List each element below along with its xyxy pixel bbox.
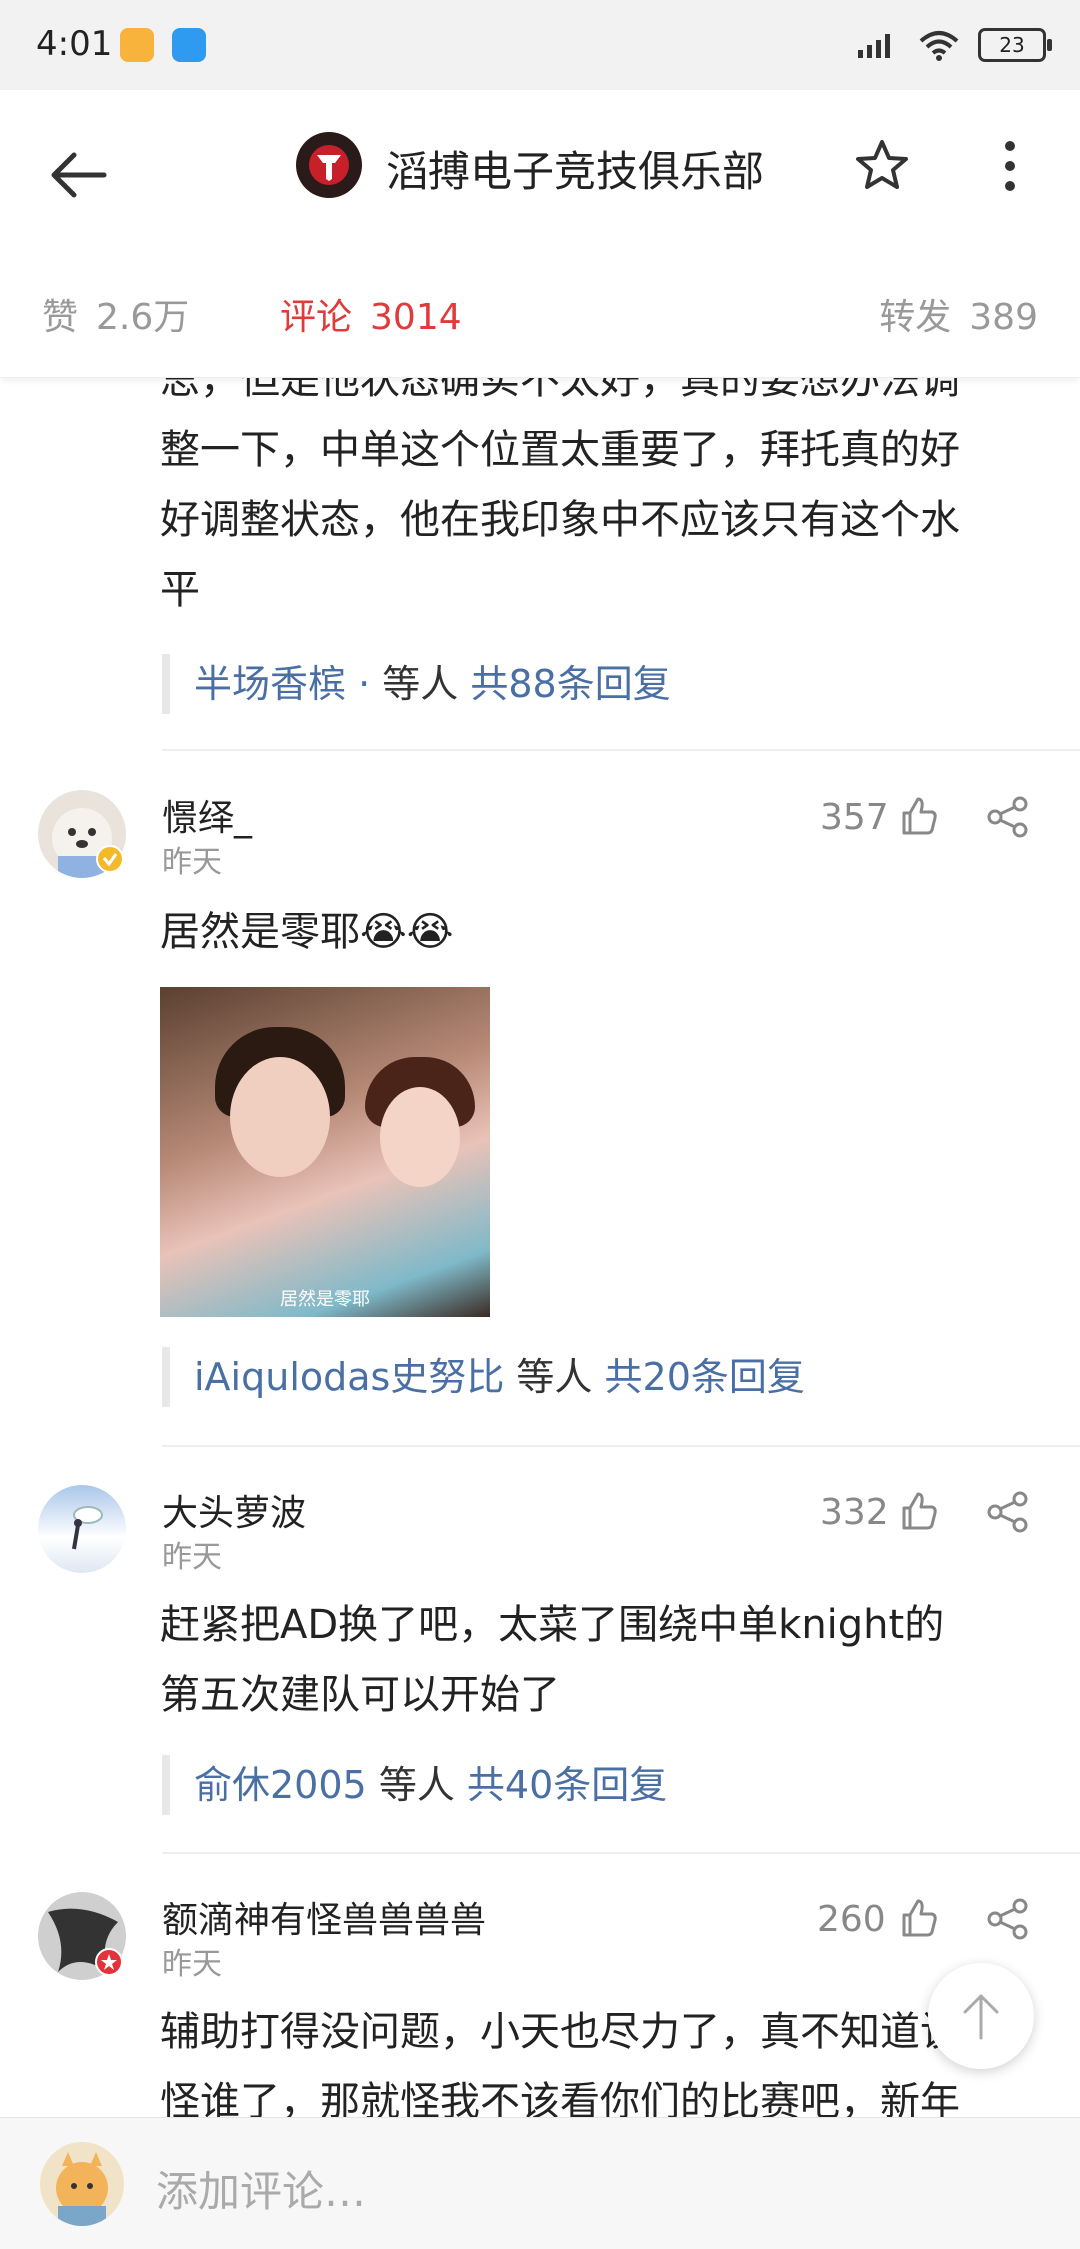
comment-list[interactable]: 思，但是他状态确实不太好，真的要想办法调 整一下，中单这个位置太重要了，拜托真的… <box>0 377 1080 2117</box>
comment-text: 辅助打得没问题，小天也尽力了，真不知道该 怪谁了，那就怪我不该看你们的比赛吧，新… <box>160 1997 960 2117</box>
comment-time: 昨天 <box>162 845 222 880</box>
comment-line: 怪谁了，那就怪我不该看你们的比赛吧，新年 <box>160 2079 960 2117</box>
forward-label: 转发 <box>879 297 952 338</box>
username[interactable]: 憬绎_ <box>162 789 252 841</box>
comment-line: 思，但是他状态确实不太好，真的要想办法调 <box>160 377 960 403</box>
reply-count[interactable]: 共88条回复 <box>470 662 670 706</box>
comment-input-bar: 添加评论… <box>0 2117 1080 2249</box>
avatar[interactable] <box>38 1485 126 1573</box>
favorite-star-icon[interactable] <box>852 136 912 196</box>
notification-app-icon <box>120 28 154 62</box>
club-logo-icon <box>309 145 349 185</box>
comment-text: 思，但是他状态确实不太好，真的要想办法调 整一下，中单这个位置太重要了，拜托真的… <box>160 377 960 625</box>
thumbs-up-icon[interactable] <box>898 1490 940 1532</box>
reply-users[interactable]: 俞休2005 <box>194 1763 367 1807</box>
my-avatar[interactable] <box>40 2142 124 2226</box>
comment-input[interactable]: 添加评论… <box>156 2158 366 2219</box>
divider <box>162 749 1080 751</box>
forward-count: 389 <box>969 297 1038 338</box>
comment-time: 昨天 <box>162 1540 222 1575</box>
reply-count[interactable]: 共20条回复 <box>605 1355 805 1399</box>
comment-text: 赶紧把AD换了吧，太菜了围绕中单knight的 第五次建队可以开始了 <box>160 1590 944 1730</box>
share-icon[interactable] <box>986 1490 1030 1534</box>
comment-line: 平 <box>160 567 200 613</box>
comment-line: 好调整状态，他在我印象中不应该只有这个水 <box>160 497 960 543</box>
arrow-up-icon <box>963 1994 999 2040</box>
divider <box>162 1445 1080 1447</box>
like-count: 357 <box>820 797 889 838</box>
comment-line: 第五次建队可以开始了 <box>160 1672 560 1718</box>
top-bar: 滔搏电子竞技俱乐部 赞 2.6万 评论 3014 转发 389 <box>0 90 1080 378</box>
reply-count[interactable]: 共40条回复 <box>467 1763 667 1807</box>
share-icon[interactable] <box>986 1897 1030 1941</box>
like-count: 2.6万 <box>96 297 190 338</box>
image-caption: 居然是零耶 <box>280 1289 370 1310</box>
reply-mid-text: 等人 <box>382 662 459 706</box>
comment-line: 辅助打得没问题，小天也尽力了，真不知道该 <box>160 2009 960 2055</box>
verified-badge-icon <box>96 845 124 873</box>
comment-line: 赶紧把AD换了吧，太菜了围绕中单knight的 <box>160 1602 945 1648</box>
reply-mid-text: 等人 <box>516 1355 593 1399</box>
wifi-icon <box>919 31 959 61</box>
reply-users[interactable]: iAiqulodas史努比 <box>194 1355 504 1399</box>
club-logo[interactable] <box>296 132 362 198</box>
reply-users[interactable]: 半场香槟 · <box>194 662 382 706</box>
comment-line: 整一下，中单这个位置太重要了，拜托真的好 <box>160 427 960 473</box>
more-options-icon[interactable] <box>990 136 1030 196</box>
reply-summary[interactable]: 俞休2005 等人 共40条回复 <box>162 1755 667 1815</box>
forward-tab[interactable]: 转发 389 <box>879 288 1038 340</box>
scroll-to-top-button[interactable] <box>928 1963 1034 2069</box>
cloud-app-icon <box>172 28 206 62</box>
username[interactable]: 大头萝波 <box>162 1484 306 1536</box>
battery-indicator: 23 <box>978 28 1052 62</box>
status-time: 4:01 <box>36 24 113 64</box>
reply-summary[interactable]: iAiqulodas史努比 等人 共20条回复 <box>162 1347 805 1407</box>
divider <box>162 1852 1080 1854</box>
username[interactable]: 额滴神有怪兽兽兽兽 <box>162 1891 486 1943</box>
reply-mid-text: 等人 <box>378 1763 455 1807</box>
back-arrow-icon[interactable] <box>44 140 114 210</box>
share-icon[interactable] <box>986 795 1030 839</box>
comment-time: 昨天 <box>162 1947 222 1982</box>
comment-count: 3014 <box>370 297 462 338</box>
status-bar: 4:01 23 <box>0 0 1080 90</box>
comment-image[interactable]: 居然是零耶 <box>160 987 490 1317</box>
like-count: 260 <box>817 1899 886 1940</box>
page-title[interactable]: 滔搏电子竞技俱乐部 <box>386 138 764 199</box>
comment-text: 居然是零耶😭😭 <box>160 909 454 955</box>
like-label: 赞 <box>42 297 79 338</box>
comment-tab[interactable]: 评论 3014 <box>280 288 462 340</box>
like-count: 332 <box>820 1492 889 1533</box>
vip-badge-icon <box>95 1948 123 1976</box>
comment-label: 评论 <box>280 297 353 338</box>
thumbs-up-icon[interactable] <box>898 795 940 837</box>
like-tab[interactable]: 赞 2.6万 <box>42 288 189 340</box>
reply-summary[interactable]: 半场香槟 · 等人 共88条回复 <box>162 654 671 714</box>
signal-icon <box>858 34 890 58</box>
thumbs-up-icon[interactable] <box>898 1897 940 1939</box>
